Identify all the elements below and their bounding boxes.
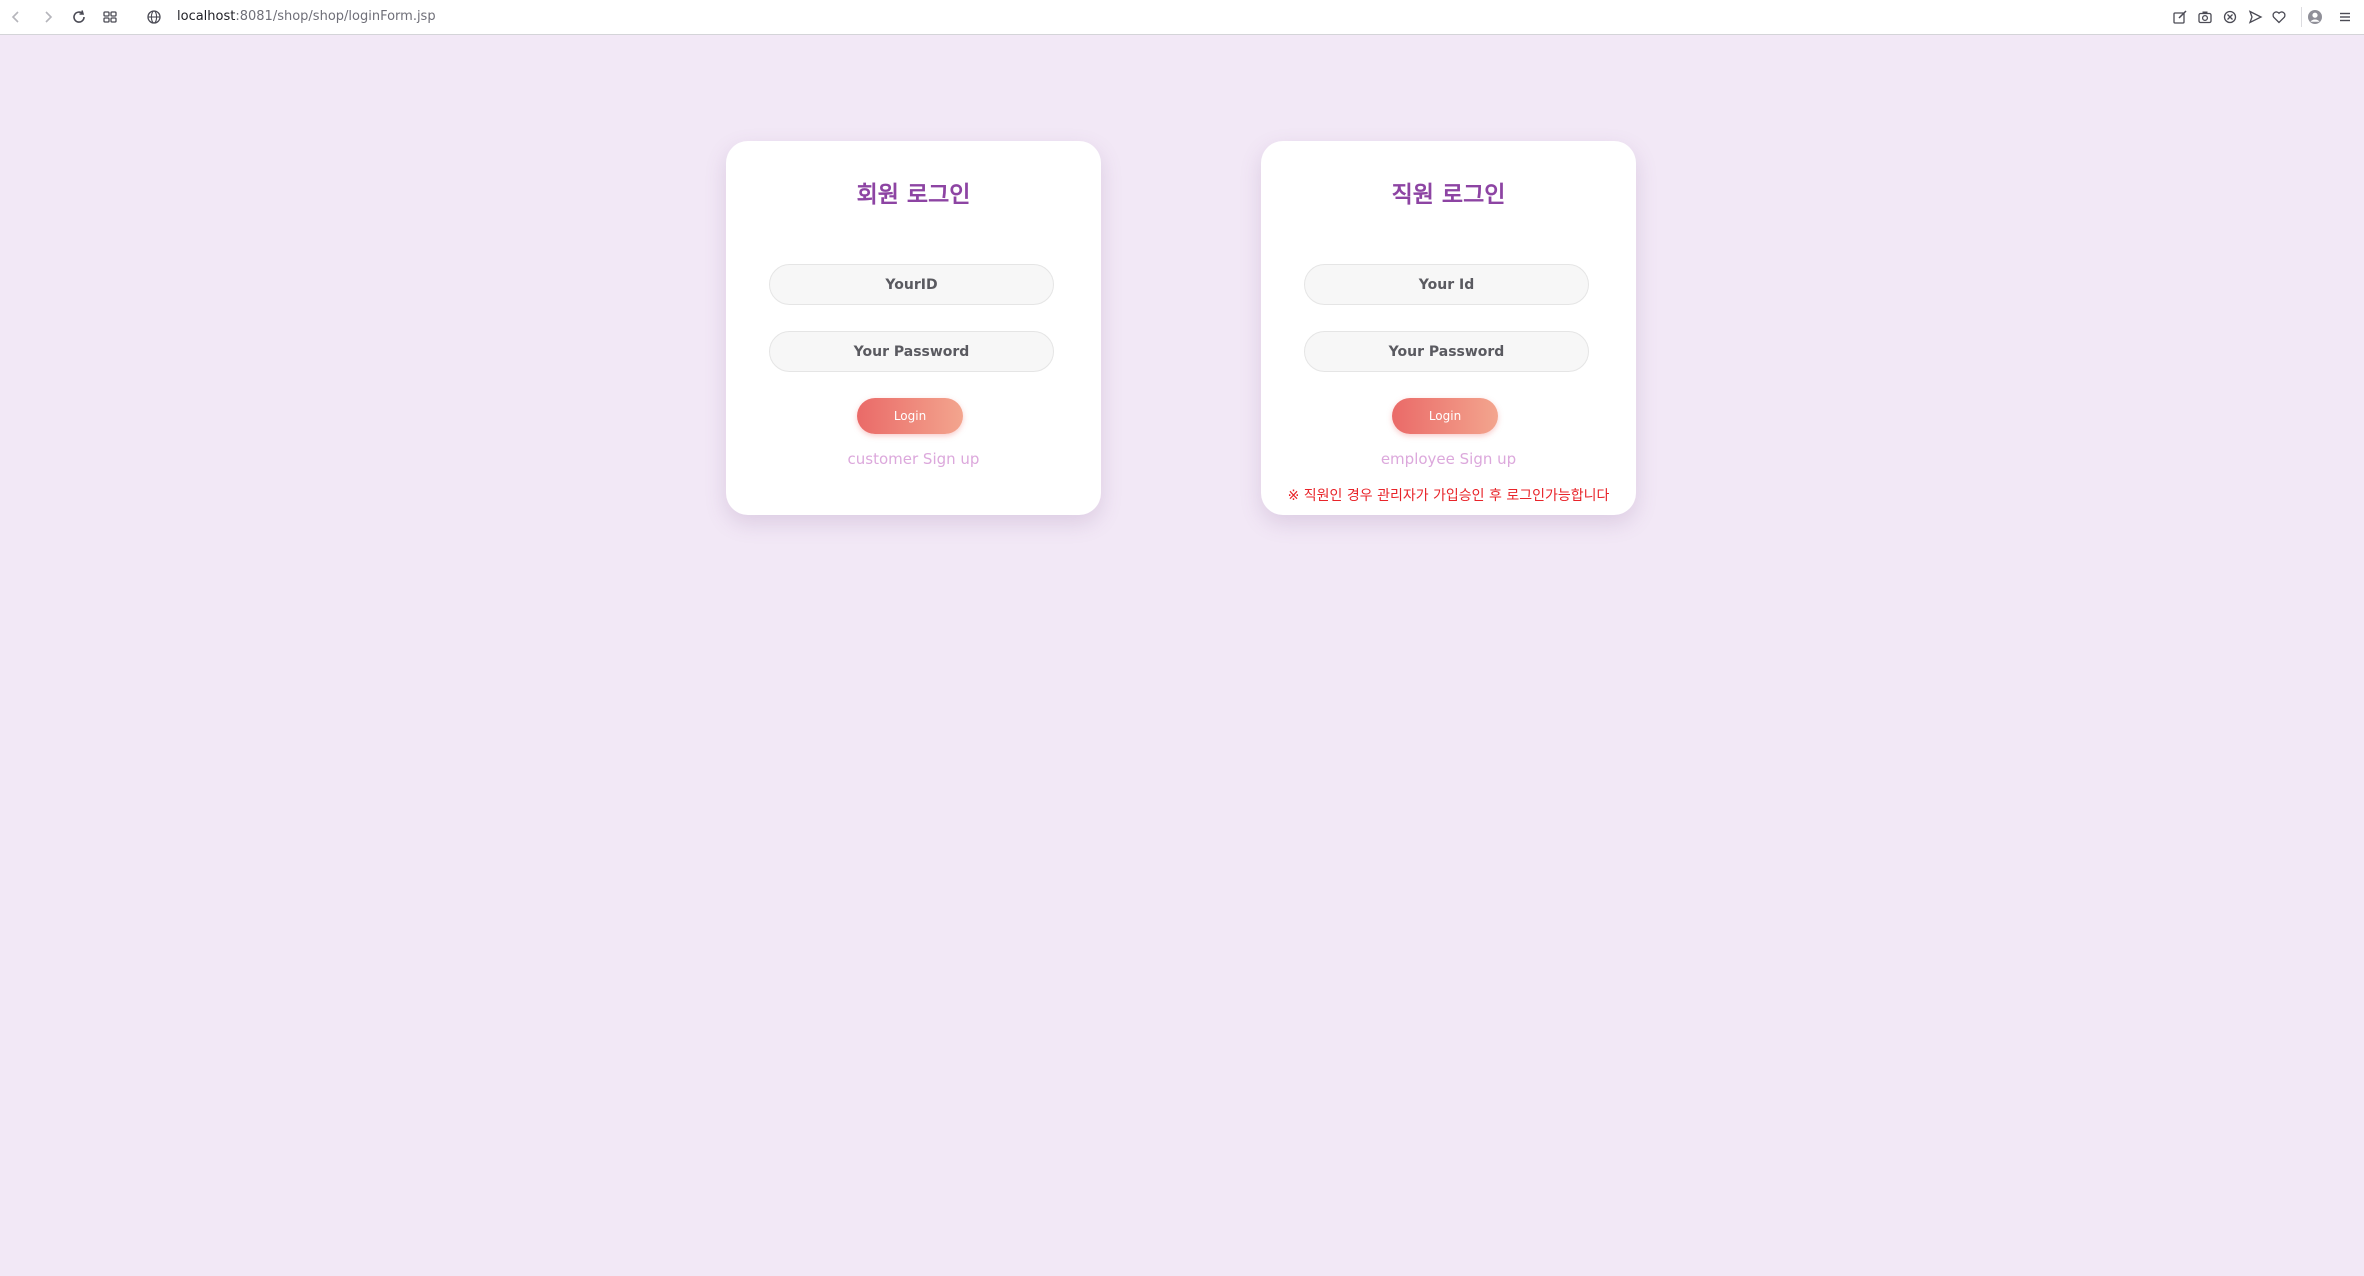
- shield-icon[interactable]: [2218, 5, 2242, 29]
- profile-icon[interactable]: [2303, 5, 2327, 29]
- menu-icon[interactable]: [2333, 5, 2357, 29]
- back-icon[interactable]: [4, 5, 28, 29]
- url-host: localhost: [177, 9, 236, 24]
- forward-icon[interactable]: [36, 5, 60, 29]
- toolbar-divider: [2301, 7, 2302, 27]
- customer-login-card: 회원 로그인 Login customer Sign up: [726, 141, 1101, 515]
- tabs-grid-icon[interactable]: [98, 5, 122, 29]
- employee-signup-link[interactable]: employee Sign up: [1261, 450, 1636, 468]
- url-path: :8081/shop/shop/loginForm.jsp: [235, 9, 436, 24]
- employee-id-input[interactable]: [1304, 264, 1589, 305]
- employee-password-input[interactable]: [1304, 331, 1589, 372]
- employee-approval-notice: ※ 직원인 경우 관리자가 가입승인 후 로그인가능합니다: [1287, 488, 1610, 504]
- send-icon[interactable]: [2243, 5, 2267, 29]
- heart-icon[interactable]: [2267, 5, 2291, 29]
- customer-login-title: 회원 로그인: [856, 182, 971, 208]
- camera-icon[interactable]: [2193, 5, 2217, 29]
- reload-icon[interactable]: [67, 5, 91, 29]
- browser-toolbar: localhost:8081/shop/shop/loginForm.jsp: [0, 0, 2364, 35]
- customer-signup-link[interactable]: customer Sign up: [726, 450, 1101, 468]
- employee-login-card: 직원 로그인 Login employee Sign up ※ 직원인 경우 관…: [1261, 141, 1636, 515]
- globe-icon[interactable]: [142, 5, 166, 29]
- employee-login-title: 직원 로그인: [1391, 182, 1506, 208]
- address-bar[interactable]: localhost:8081/shop/shop/loginForm.jsp: [177, 9, 436, 24]
- customer-login-button[interactable]: Login: [857, 398, 963, 434]
- edit-icon[interactable]: [2168, 5, 2192, 29]
- employee-login-button[interactable]: Login: [1392, 398, 1498, 434]
- customer-password-input[interactable]: [769, 331, 1054, 372]
- customer-id-input[interactable]: [769, 264, 1054, 305]
